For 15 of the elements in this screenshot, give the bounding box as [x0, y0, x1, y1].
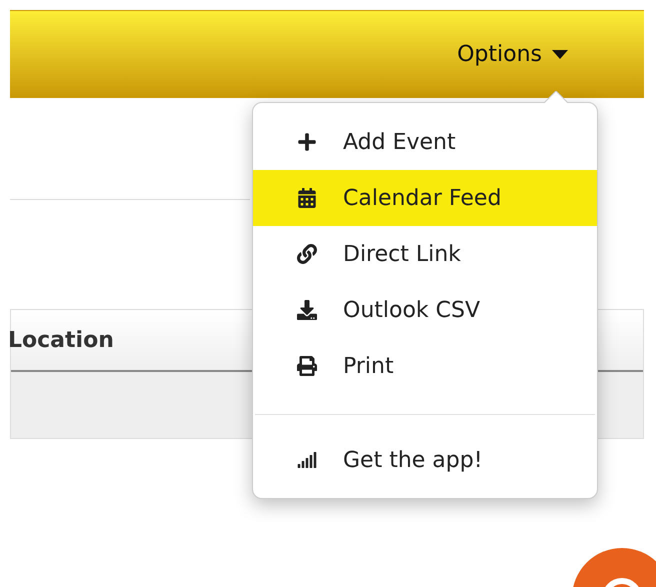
printer-icon	[297, 356, 317, 376]
menu-item[interactable]: Calendar Feed	[253, 170, 597, 226]
options-button[interactable]: Options	[457, 38, 568, 71]
signal-bars-icon	[297, 450, 317, 470]
column-header: Location	[8, 326, 114, 354]
menu-item[interactable]: Outlook CSV	[253, 282, 597, 338]
calendar-icon	[297, 188, 317, 208]
menu-item[interactable]: Add Event	[253, 114, 597, 170]
menu-item[interactable]: Get the app!	[253, 432, 597, 488]
download-icon	[297, 300, 317, 320]
chain-link-icon	[297, 244, 317, 264]
menu-item[interactable]: Print	[253, 338, 597, 394]
plus-icon	[297, 132, 317, 152]
menu-item[interactable]: Direct Link	[253, 226, 597, 282]
caret-icon	[552, 50, 568, 59]
